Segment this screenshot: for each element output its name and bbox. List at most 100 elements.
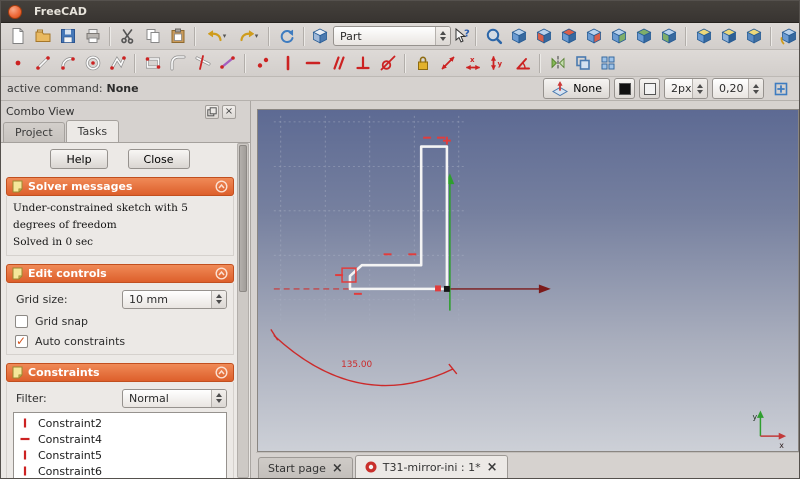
trim-edge-button[interactable] [190, 51, 215, 75]
sketch-profile[interactable] [350, 147, 447, 289]
view-rear-button[interactable] [606, 24, 631, 48]
print-document-button[interactable] [80, 24, 105, 48]
constrain-parallel-button[interactable] [325, 51, 350, 75]
spinner-arrows-icon[interactable] [748, 79, 763, 98]
tab-project[interactable]: Project [3, 122, 65, 142]
new-document-button[interactable] [5, 24, 30, 48]
create-fillet-button[interactable] [165, 51, 190, 75]
line-color-button[interactable] [614, 78, 635, 99]
tab-tasks[interactable]: Tasks [66, 120, 119, 142]
line-width-spinbox[interactable]: 2px [664, 78, 708, 99]
auto-constraints-checkbox[interactable] [15, 335, 28, 348]
angle-dimension-label[interactable]: 135.00 [341, 360, 372, 370]
create-point-button[interactable] [5, 51, 30, 75]
view-dimetric-button[interactable] [716, 24, 741, 48]
filter-label: Filter: [16, 392, 47, 405]
constraint-list-item[interactable]: Constraint6 [14, 463, 226, 478]
view-front-button[interactable] [531, 24, 556, 48]
view-top-button[interactable] [556, 24, 581, 48]
spinner-arrows-icon[interactable] [692, 79, 707, 98]
constrain-tangent-button[interactable] [375, 51, 400, 75]
save-document-button[interactable] [55, 24, 80, 48]
face-color-button[interactable] [639, 78, 660, 99]
grid-size-combobox[interactable]: 10 mm [122, 290, 227, 309]
auto-constraints-checkbox-row[interactable]: Auto constraints [15, 334, 225, 349]
view-isometric-button[interactable] [691, 24, 716, 48]
constrain-distance-y-button[interactable]: y [485, 51, 510, 75]
create-arc-button[interactable] [55, 51, 80, 75]
redo-dropdown-caret[interactable]: ▾ [255, 32, 259, 40]
solver-messages-header[interactable]: Solver messages [6, 177, 234, 196]
cut-button[interactable] [115, 24, 140, 48]
autogroup-button[interactable] [768, 77, 793, 101]
scrollbar-thumb[interactable] [239, 145, 247, 292]
create-rectangle-button[interactable] [140, 51, 165, 75]
sketch-canvas[interactable]: 135.00 y x [258, 110, 798, 451]
freecad-document-icon [365, 461, 377, 473]
titlebar[interactable]: FreeCAD [1, 1, 799, 23]
edit-controls-header[interactable]: Edit controls [6, 264, 234, 283]
close-task-button[interactable]: Close [128, 149, 190, 169]
constraint-list[interactable]: Constraint2Constraint4Constraint5Constra… [13, 412, 227, 478]
constraint-list-item[interactable]: Constraint4 [14, 431, 226, 447]
undo-button[interactable]: ▾ [200, 24, 232, 48]
constrain-coincident-button[interactable] [250, 51, 275, 75]
constrain-perpendicular-button[interactable] [350, 51, 375, 75]
window-close-button[interactable] [8, 5, 22, 19]
view-left-button[interactable] [656, 24, 681, 48]
tab-close-icon[interactable]: × [487, 461, 498, 474]
view-left-icon [660, 27, 678, 45]
constrain-vertical-button[interactable] [275, 51, 300, 75]
help-button[interactable]: Help [50, 149, 107, 169]
constraints-header[interactable]: Constraints [6, 363, 234, 382]
origin-point[interactable] [444, 286, 450, 292]
panel-float-button[interactable] [205, 105, 219, 119]
mirror-sketch-button[interactable] [545, 51, 570, 75]
view-right-button[interactable] [581, 24, 606, 48]
fit-all-button[interactable] [481, 24, 506, 48]
refresh-button[interactable] [274, 24, 299, 48]
constrain-distance-x-button[interactable]: x [460, 51, 485, 75]
text-scale-spinbox[interactable]: 0,20 [712, 78, 764, 99]
working-plane-button[interactable]: None [543, 78, 610, 99]
undo-dropdown-caret[interactable]: ▾ [223, 32, 227, 40]
create-circle-button[interactable] [80, 51, 105, 75]
tab-close-icon[interactable]: × [332, 462, 343, 475]
sketch-point[interactable] [435, 285, 441, 291]
constrain-angle-button[interactable] [510, 51, 535, 75]
panel-scrollbar[interactable] [237, 143, 249, 478]
view-axonometric-button[interactable] [506, 24, 531, 48]
angle-arc[interactable] [271, 329, 457, 385]
workbench-selector[interactable]: Part [311, 26, 451, 46]
3d-viewport[interactable]: 135.00 y x [257, 109, 799, 452]
copy-button[interactable] [140, 24, 165, 48]
create-line-button[interactable] [30, 51, 55, 75]
collapse-icon[interactable] [215, 267, 228, 280]
whatsthis-button[interactable]: ? [453, 24, 471, 48]
document-tab[interactable]: T31-mirror-ini : 1*× [355, 455, 508, 478]
clone-sketch-button[interactable] [570, 51, 595, 75]
view-rotate-left-button[interactable] [776, 24, 800, 48]
workbench-combobox[interactable]: Part [333, 26, 451, 46]
view-bottom-button[interactable] [631, 24, 656, 48]
paste-button[interactable] [165, 24, 190, 48]
constraint-list-item[interactable]: Constraint2 [14, 415, 226, 431]
grid-snap-checkbox-row[interactable]: Grid snap [15, 314, 225, 329]
constrain-horizontal-button[interactable] [300, 51, 325, 75]
document-tab[interactable]: Start page× [258, 457, 353, 478]
panel-close-button[interactable]: × [222, 105, 236, 119]
array-sketch-button[interactable] [595, 51, 620, 75]
constraint-list-item[interactable]: Constraint5 [14, 447, 226, 463]
open-document-button[interactable] [30, 24, 55, 48]
toolbar-separator [109, 27, 111, 46]
view-trimetric-button[interactable] [741, 24, 766, 48]
collapse-icon[interactable] [215, 180, 228, 193]
grid-snap-checkbox[interactable] [15, 315, 28, 328]
constrain-distance-button[interactable] [435, 51, 460, 75]
create-polyline-button[interactable] [105, 51, 130, 75]
constrain-lock-button[interactable] [410, 51, 435, 75]
redo-button[interactable]: ▾ [232, 24, 264, 48]
external-geometry-button[interactable] [215, 51, 240, 75]
collapse-icon[interactable] [215, 366, 228, 379]
filter-combobox[interactable]: Normal [122, 389, 227, 408]
